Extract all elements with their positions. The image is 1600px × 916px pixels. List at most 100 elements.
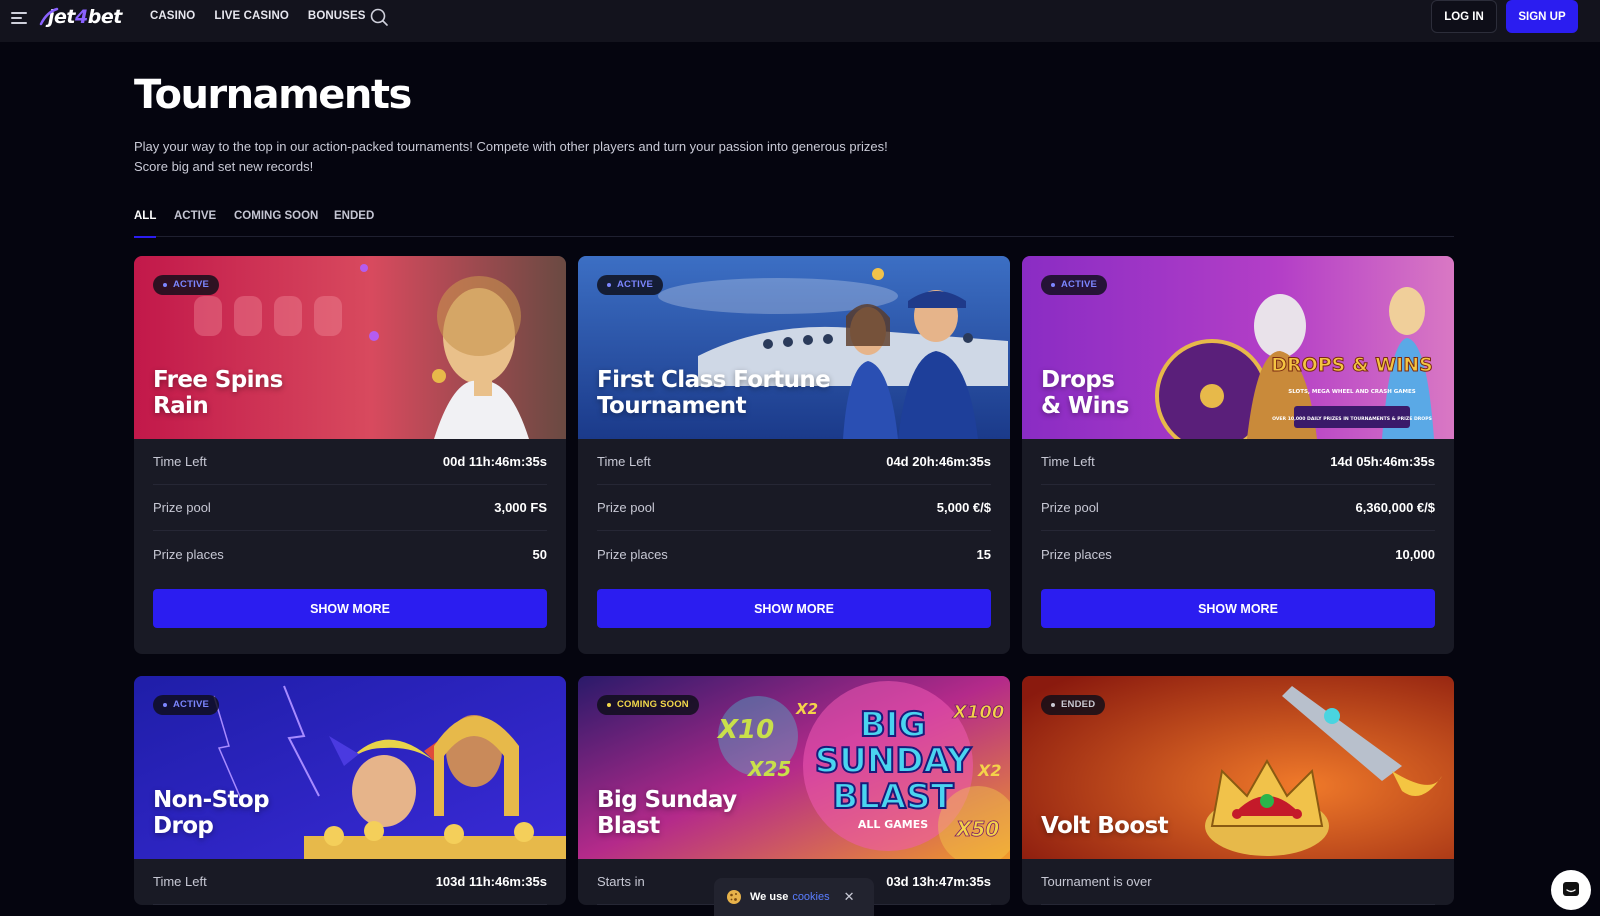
tournament-filter-tabs: ALL ACTIVE COMING SOON ENDED xyxy=(134,210,1454,238)
tournament-card: ACTIVE First Class Fortune Tournament Ti… xyxy=(578,256,1010,654)
row-label: Prize places xyxy=(597,546,668,562)
tab-all[interactable]: ALL xyxy=(134,210,157,238)
row-value: 3,000 FS xyxy=(494,500,547,515)
login-button[interactable]: LOG IN xyxy=(1431,0,1497,33)
time-left-row: Time Left 00d 11h:46m:35s xyxy=(153,439,547,485)
card-banner[interactable]: ACTIVE First Class Fortune Tournament xyxy=(578,256,1010,439)
card-banner[interactable]: BIG SUNDAY BLAST ALL GAMES X10 X2 X25 X1… xyxy=(578,676,1010,859)
menu-icon[interactable] xyxy=(11,10,27,24)
row-value: 10,000 xyxy=(1395,546,1435,562)
prize-places-row: Prize places 15 xyxy=(597,531,991,577)
tournament-card: ACTIVE Non-Stop Drop Time Left 103d 11h:… xyxy=(134,676,566,905)
status-badge: COMING SOON xyxy=(597,695,699,715)
multiplier-x10: X10 xyxy=(716,715,774,745)
signup-button[interactable]: SIGN UP xyxy=(1506,0,1578,33)
tab-ended[interactable]: ENDED xyxy=(334,210,374,237)
multiplier-x25: X25 xyxy=(746,757,791,781)
prize-pool-row: Prize pool 5,000 €/$ xyxy=(597,485,991,531)
page-description: Play your way to the top in our action-p… xyxy=(134,137,934,177)
chat-icon xyxy=(1563,882,1579,896)
row-label: Tournament is over xyxy=(1041,874,1152,889)
tournament-card: DROPS & WINS SLOTS, MEGA WHEEL AND CRASH… xyxy=(1022,256,1454,654)
status-badge: ACTIVE xyxy=(1041,275,1108,295)
show-more-button[interactable]: SHOW MORE xyxy=(1041,589,1435,628)
card-title-line-1: Drops xyxy=(1041,367,1115,393)
row-value: 00d 11h:46m:35s xyxy=(442,454,547,469)
card-title-line-2: Blast xyxy=(597,813,660,839)
row-value: 03d 13h:47m:35s xyxy=(886,874,991,889)
prize-pool-row: Prize pool 6,360,000 €/$ xyxy=(1041,485,1435,531)
top-navigation-bar: jet4bet CASINO LIVE CASINO BONUSES LOG I… xyxy=(0,0,1600,42)
card-title-line-1: First Class Fortune xyxy=(597,367,831,393)
tournament-card: ENDED Volt Boost Tournament is over xyxy=(1022,676,1454,905)
card-banner[interactable]: ACTIVE Non-Stop Drop xyxy=(134,676,566,859)
blast-art-line-1: BIG xyxy=(860,705,926,745)
row-label: Prize places xyxy=(1041,546,1112,562)
card-title-line-1: Free Spins xyxy=(153,367,283,393)
card-details: Time Left 00d 11h:46m:35s Prize pool 3,0… xyxy=(134,439,566,577)
jet4bet-logo[interactable]: jet4bet xyxy=(39,4,122,30)
cookie-icon xyxy=(727,890,741,904)
card-title-line-1: Volt Boost xyxy=(1041,813,1169,839)
card-title: Big Sunday Blast xyxy=(597,787,917,839)
card-title-line-2: Tournament xyxy=(597,393,747,419)
description-line-1: Play your way to the top in our action-p… xyxy=(134,139,888,154)
status-badge: ACTIVE xyxy=(153,695,220,715)
show-more-button[interactable]: SHOW MORE xyxy=(597,589,991,628)
row-label: Prize places xyxy=(153,546,224,562)
row-label: Prize pool xyxy=(1041,500,1099,515)
card-title-line-2: Drop xyxy=(153,813,214,839)
cookie-notice: We use cookies ✕ xyxy=(714,878,874,916)
row-label: Time Left xyxy=(1041,454,1095,469)
card-title: Non-Stop Drop xyxy=(153,787,473,839)
card-banner[interactable]: DROPS & WINS SLOTS, MEGA WHEEL AND CRASH… xyxy=(1022,256,1454,439)
row-value: 14d 05h:46m:35s xyxy=(1330,454,1435,469)
status-badge: ACTIVE xyxy=(153,275,220,295)
multiplier-x100: X100 xyxy=(952,702,1004,723)
cookie-link[interactable]: cookies xyxy=(792,891,829,903)
prize-pool-row: Prize pool 3,000 FS xyxy=(153,485,547,531)
tab-coming-soon[interactable]: COMING SOON xyxy=(234,210,318,237)
row-value: 04d 20h:46m:35s xyxy=(886,454,991,469)
row-label: Prize pool xyxy=(597,500,655,515)
nav-bonuses[interactable]: BONUSES xyxy=(308,10,366,22)
status-badge: ENDED xyxy=(1041,695,1106,715)
search-icon[interactable] xyxy=(369,7,389,27)
multiplier-x2-right: X2 xyxy=(977,761,1001,780)
card-details: Time Left 103d 11h:46m:35s xyxy=(134,859,566,905)
main-nav: CASINO LIVE CASINO BONUSES xyxy=(150,10,366,22)
card-details: Time Left 14d 05h:46m:35s Prize pool 6,3… xyxy=(1022,439,1454,577)
row-value: 103d 11h:46m:35s xyxy=(435,874,547,889)
row-label: Prize pool xyxy=(153,500,211,515)
cookie-text: We use xyxy=(750,891,789,903)
card-title-line-1: Non-Stop xyxy=(153,787,270,813)
card-banner[interactable]: ACTIVE Free Spins Rain xyxy=(134,256,566,439)
show-more-button[interactable]: SHOW MORE xyxy=(153,589,547,628)
card-banner[interactable]: ENDED Volt Boost xyxy=(1022,676,1454,859)
time-left-row: Time Left 103d 11h:46m:35s xyxy=(153,859,547,905)
support-chat-button[interactable] xyxy=(1551,870,1591,910)
card-title-line-2: Rain xyxy=(153,393,209,419)
card-title-line-1: Big Sunday xyxy=(597,787,737,813)
card-title: Volt Boost xyxy=(1041,813,1361,839)
status-badge: ACTIVE xyxy=(597,275,664,295)
row-label: Starts in xyxy=(597,874,645,889)
row-value: 5,000 €/$ xyxy=(936,500,991,515)
close-icon[interactable]: ✕ xyxy=(844,889,855,905)
row-value: 6,360,000 €/$ xyxy=(1355,500,1435,515)
card-title-line-2: & Wins xyxy=(1041,393,1129,419)
card-details: Time Left 04d 20h:46m:35s Prize pool 5,0… xyxy=(578,439,1010,577)
tournament-card: BIG SUNDAY BLAST ALL GAMES X10 X2 X25 X1… xyxy=(578,676,1010,905)
tournament-card: ACTIVE Free Spins Rain Time Left 00d 11h… xyxy=(134,256,566,654)
nav-live-casino[interactable]: LIVE CASINO xyxy=(214,10,289,22)
description-line-2: Score big and set new records! xyxy=(134,159,314,174)
multiplier-x2-top: X2 xyxy=(795,700,818,718)
tab-active[interactable]: ACTIVE xyxy=(174,210,216,237)
nav-casino[interactable]: CASINO xyxy=(150,10,195,22)
blast-art-line-2: SUNDAY xyxy=(815,741,972,781)
prize-places-row: Prize places 50 xyxy=(153,531,547,577)
page-title: Tournaments xyxy=(134,72,412,118)
time-left-row: Time Left 04d 20h:46m:35s xyxy=(597,439,991,485)
row-value: 50 xyxy=(532,546,547,562)
row-label: Time Left xyxy=(153,454,207,469)
